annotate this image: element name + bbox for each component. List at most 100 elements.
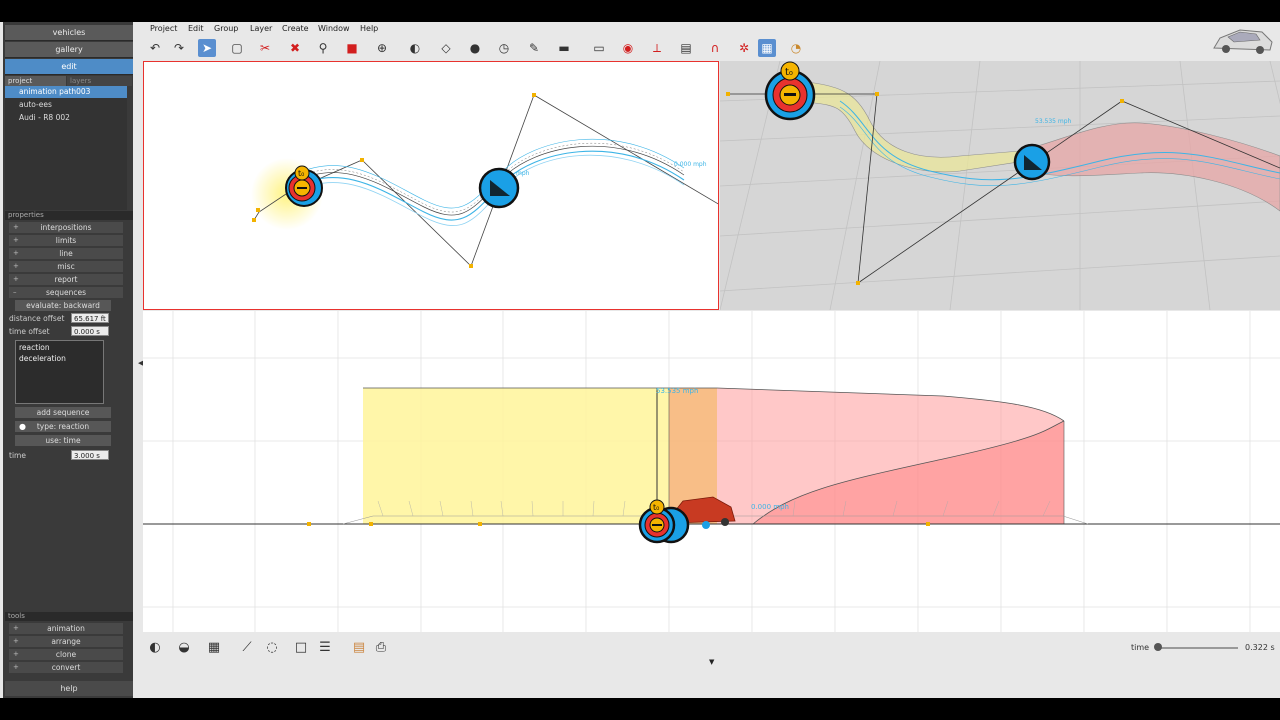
plane-icon[interactable]: ◇ — [437, 39, 455, 57]
expand-down-icon[interactable]: ▼ — [709, 658, 714, 666]
edit-button[interactable]: edit — [5, 59, 133, 75]
list-icon[interactable]: ☰ — [316, 639, 334, 657]
section-line[interactable]: + line — [9, 248, 123, 259]
menu-group[interactable]: Group — [214, 24, 238, 33]
render-sphere-icon[interactable]: ◐ — [146, 639, 164, 657]
redo-icon[interactable]: ↷ — [170, 39, 188, 57]
control-point[interactable] — [532, 93, 536, 97]
perspective-viewport[interactable]: 53.535 mph t₀ — [720, 61, 1280, 310]
menu-edit[interactable]: Edit — [188, 24, 204, 33]
side-viewport[interactable]: t₀ 53.535 mph 0.000 mph — [143, 311, 1280, 632]
control-point[interactable] — [926, 522, 930, 526]
evaluate-button[interactable]: evaluate: backward — [15, 300, 111, 311]
panel-tabs: project layers — [5, 76, 133, 86]
tool-clone[interactable]: + clone — [9, 649, 123, 660]
list-item[interactable]: reaction — [19, 342, 50, 353]
layout-icon[interactable]: ▦ — [205, 639, 223, 657]
tool-arrange[interactable]: + arrange — [9, 636, 123, 647]
properties-header: properties — [5, 211, 133, 220]
distance-offset-label: distance offset — [9, 314, 65, 323]
tool-convert[interactable]: + convert — [9, 662, 123, 673]
tool-label: animation — [47, 624, 85, 633]
control-point[interactable] — [726, 92, 730, 96]
move-crosshair-icon[interactable]: ⊕ — [373, 39, 391, 57]
tape-icon[interactable]: ▬ — [555, 39, 573, 57]
control-point[interactable] — [469, 264, 473, 268]
gears-icon[interactable]: ✲ — [735, 39, 753, 57]
distance-offset-field[interactable]: 65.617 ft — [71, 313, 109, 323]
undo-icon[interactable]: ↶ — [146, 39, 164, 57]
help-button[interactable]: help — [5, 681, 133, 696]
camera-icon[interactable]: ▭ — [590, 39, 608, 57]
control-point[interactable] — [360, 158, 364, 162]
gallery-button[interactable]: gallery — [5, 42, 133, 58]
list-item[interactable]: Audi - R8 002 — [5, 112, 127, 124]
tab-layers[interactable]: layers — [67, 76, 132, 86]
print-icon[interactable]: ⎙ — [372, 639, 390, 657]
menu-help[interactable]: Help — [360, 24, 378, 33]
menu-project[interactable]: Project — [150, 24, 177, 33]
clock-icon[interactable]: ◷ — [495, 39, 513, 57]
menu-window[interactable]: Window — [318, 24, 350, 33]
zoom-icon[interactable]: ⚲ — [314, 39, 332, 57]
square-icon[interactable]: □ — [292, 639, 310, 657]
control-point[interactable] — [307, 522, 311, 526]
marker-glyph: t₀ — [653, 503, 659, 512]
tool-label: arrange — [51, 637, 81, 646]
radio-dot-icon: ● — [19, 422, 26, 431]
red-cube-icon[interactable]: ■ — [343, 39, 361, 57]
time-slider-track[interactable] — [1156, 647, 1238, 649]
timeline-label: time — [1131, 643, 1150, 652]
plus-icon: + — [13, 624, 19, 632]
control-point[interactable] — [478, 522, 482, 526]
section-limits[interactable]: + limits — [9, 235, 123, 246]
magnet-icon[interactable]: ∩ — [706, 39, 724, 57]
control-point[interactable] — [256, 208, 260, 212]
section-label: sequences — [45, 288, 87, 297]
menu-layer[interactable]: Layer — [250, 24, 272, 33]
grid-icon[interactable]: ▦ — [758, 39, 776, 57]
control-point[interactable] — [252, 218, 256, 222]
sphere-icon[interactable]: ● — [466, 39, 484, 57]
material-icon[interactable]: ◒ — [175, 639, 193, 657]
section-label: line — [59, 249, 73, 258]
control-point[interactable] — [369, 522, 373, 526]
select-arrow-icon[interactable]: ➤ — [198, 39, 216, 57]
orbit-icon[interactable]: ◌ — [263, 639, 281, 657]
list-item[interactable]: auto-ees — [5, 99, 127, 111]
section-misc[interactable]: + misc — [9, 261, 123, 272]
type-button[interactable]: ● type: reaction — [15, 421, 111, 432]
time-label: time — [9, 451, 26, 460]
tool-animation[interactable]: + animation — [9, 623, 123, 634]
list-item[interactable]: animation path003 — [5, 86, 127, 98]
add-sequence-button[interactable]: add sequence — [15, 407, 111, 418]
measure-circle-icon[interactable]: ◐ — [406, 39, 424, 57]
scissors-icon[interactable]: ✂ — [256, 39, 274, 57]
control-point[interactable] — [875, 92, 879, 96]
time-offset-field[interactable]: 0.000 s — [71, 326, 109, 336]
time-slider-knob[interactable] — [1154, 643, 1162, 651]
rectangle-select-icon[interactable]: ▢ — [228, 39, 246, 57]
control-point[interactable] — [1120, 99, 1124, 103]
vehicles-button[interactable]: vehicles — [5, 25, 133, 41]
graph-icon[interactable]: ⟋ — [238, 639, 256, 657]
list-item[interactable]: deceleration — [19, 353, 66, 364]
section-report[interactable]: + report — [9, 274, 123, 285]
help-icon[interactable]: ◔ — [787, 39, 805, 57]
speed-label: 53.535 mph — [656, 387, 698, 395]
tab-project[interactable]: project — [5, 76, 66, 86]
top-viewport[interactable]: t₀ mph 0.000 mph — [143, 61, 719, 310]
menu-create[interactable]: Create — [282, 24, 309, 33]
plus-icon: + — [13, 262, 19, 270]
section-sequences[interactable]: – sequences — [9, 287, 123, 298]
film-icon[interactable]: ▤ — [677, 39, 695, 57]
axes-icon[interactable]: ⟂ — [648, 39, 666, 57]
target-icon[interactable]: ◉ — [619, 39, 637, 57]
delete-x-icon[interactable]: ✖ — [286, 39, 304, 57]
time-field[interactable]: 3.000 s — [71, 450, 109, 460]
section-interpositions[interactable]: + interpositions — [9, 222, 123, 233]
wrench-icon[interactable]: ✎ — [525, 39, 543, 57]
use-time-button[interactable]: use: time — [15, 435, 111, 446]
report-icon[interactable]: ▤ — [350, 639, 368, 657]
control-point[interactable] — [856, 281, 860, 285]
